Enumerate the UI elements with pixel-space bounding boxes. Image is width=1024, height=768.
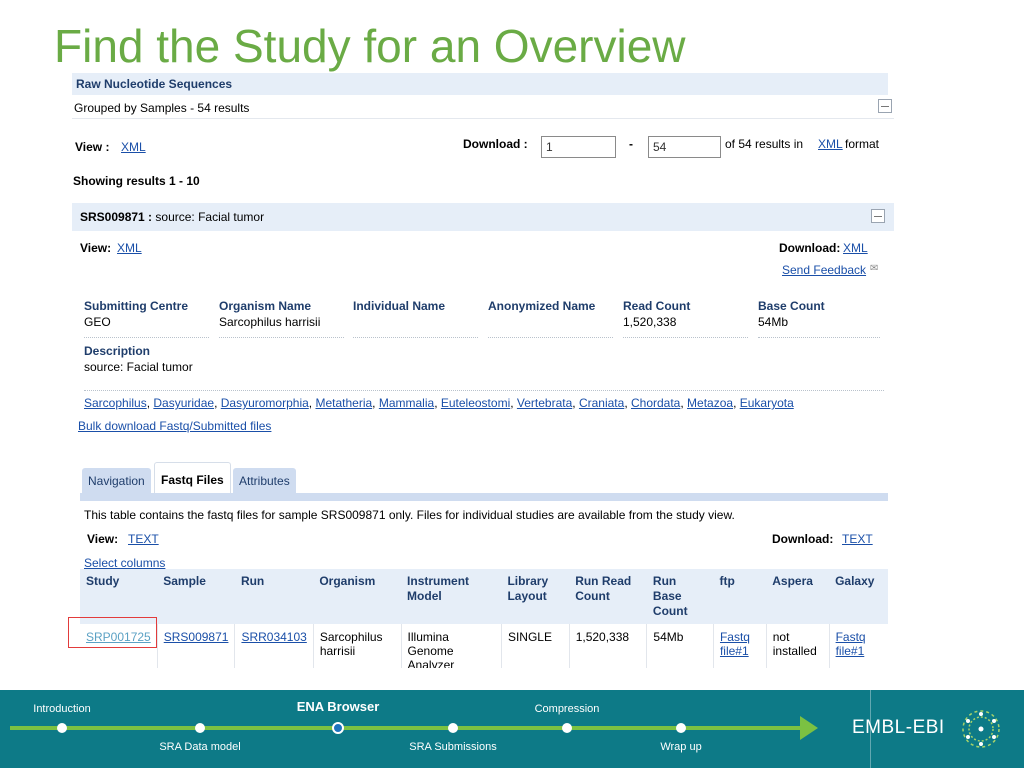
bulk-download-link[interactable]: Bulk download Fastq/Submitted files (78, 419, 271, 433)
nav-dot-wrap-up[interactable] (676, 723, 686, 733)
column-header[interactable]: Organism (313, 569, 402, 624)
grouped-label: Grouped by Samples - 54 results (74, 101, 250, 115)
nav-dot-sra-submissions[interactable] (448, 723, 458, 733)
send-feedback-link[interactable]: Send Feedback (782, 263, 866, 277)
ena-results-panel: Raw Nucleotide Sequences Grouped by Samp… (70, 72, 894, 668)
presentation-nav-bar: Introduction ENA Browser Compression SRA… (0, 690, 1024, 768)
nav-ena-browser[interactable]: ENA Browser (297, 699, 380, 714)
fastq-note: This table contains the fastq files for … (84, 508, 735, 522)
column-header[interactable]: Study (80, 569, 158, 624)
section-title: Raw Nucleotide Sequences (72, 73, 888, 95)
taxonomy-lineage: Sarcophilus, Dasyuridae, Dasyuromorphia,… (84, 390, 884, 410)
column-header[interactable]: Library Layout (501, 569, 570, 624)
taxon-link[interactable]: Chordata (631, 396, 680, 410)
nav-dot-introduction[interactable] (57, 723, 67, 733)
nav-dot-sra-data-model[interactable] (195, 723, 205, 733)
download-format-xml-link[interactable]: XML (818, 137, 843, 151)
taxon-link[interactable]: Mammalia (379, 396, 434, 410)
tab-fastq-files[interactable]: Fastq Files (154, 462, 231, 493)
sample-accession: SRS009871 : (80, 210, 153, 224)
nav-dot-compression[interactable] (562, 723, 572, 733)
showing-results: Showing results 1 - 10 (73, 174, 200, 188)
layout-cell: SINGLE (501, 624, 570, 668)
sample-header: SRS009871 : source: Facial tumor (72, 203, 894, 231)
fastq-download-text-link[interactable]: TEXT (842, 532, 873, 546)
table-header-row: Study Sample Run Organism Instrument Mod… (80, 569, 888, 624)
tab-navigation[interactable]: Navigation (82, 468, 151, 493)
view-label: View : (75, 140, 110, 154)
meta-submitting-centre: Submitting Centre GEO (84, 298, 209, 338)
sample-link[interactable]: SRS009871 (164, 630, 229, 644)
base-count-cell: 54Mb (646, 624, 714, 668)
study-highlight-box (68, 617, 157, 648)
taxon-link[interactable]: Dasyuromorphia (221, 396, 309, 410)
meta-read-count: Read Count 1,520,338 (623, 298, 748, 338)
download-results-text: of 54 results in (725, 137, 804, 151)
progress-arrow (800, 716, 818, 740)
taxon-link[interactable]: Metatheria (315, 396, 372, 410)
progress-track (10, 726, 808, 730)
column-header[interactable]: Run Read Count (569, 569, 647, 624)
taxon-link[interactable]: Craniata (579, 396, 624, 410)
table-row: SRP001725 SRS009871 SRR034103 Sarcophilu… (80, 624, 888, 668)
meta-anonymized-name: Anonymized Name (488, 298, 613, 338)
sample-source: source: Facial tumor (155, 210, 265, 224)
tab-attributes[interactable]: Attributes (233, 468, 296, 493)
select-columns-link[interactable]: Select columns (84, 556, 165, 570)
sample-download-xml-link[interactable]: XML (843, 241, 868, 255)
read-count-cell: 1,520,338 (569, 624, 648, 668)
meta-description: Description source: Facial tumor (84, 344, 193, 374)
nav-sra-submissions[interactable]: SRA Submissions (409, 741, 496, 753)
run-link[interactable]: SRR034103 (241, 630, 306, 644)
collapse-sample-button[interactable] (871, 209, 885, 223)
sample-download-label: Download: (779, 241, 841, 255)
nav-compression[interactable]: Compression (535, 703, 600, 715)
column-header[interactable]: Galaxy (829, 569, 888, 624)
download-to-input[interactable] (648, 136, 721, 158)
nav-introduction[interactable]: Introduction (33, 703, 90, 715)
column-header[interactable]: Aspera (766, 569, 830, 624)
nav-dot-ena-browser[interactable] (332, 722, 344, 734)
collapse-results-button[interactable] (878, 99, 892, 113)
galaxy-fastq-link[interactable]: Fastq file#1 (836, 630, 866, 658)
taxon-link[interactable]: Dasyuridae (153, 396, 214, 410)
download-format-word: format (845, 137, 880, 151)
taxon-link[interactable]: Vertebrata (517, 396, 572, 410)
sample-panel: SRS009871 : source: Facial tumor View: X… (72, 203, 894, 668)
nav-wrap-up[interactable]: Wrap up (660, 741, 701, 753)
embl-ebi-logo-icon (962, 710, 1000, 748)
column-header[interactable]: Instrument Model (401, 569, 502, 624)
instrument-cell: Illumina Genome Analyzer (401, 624, 502, 668)
grouped-by-samples-row: Grouped by Samples - 54 results (72, 97, 894, 119)
column-header[interactable]: ftp (713, 569, 767, 624)
fastq-view-label: View: (87, 532, 119, 546)
taxon-link[interactable]: Euteleostomi (441, 396, 510, 410)
fastq-files-table: Study Sample Run Organism Instrument Mod… (80, 569, 888, 668)
slide-title: Find the Study for an Overview (54, 20, 686, 72)
sample-view-xml-link[interactable]: XML (117, 241, 142, 255)
column-header[interactable]: Run (234, 569, 314, 624)
ftp-fastq-link[interactable]: Fastq file#1 (720, 630, 750, 658)
download-label: Download : (463, 137, 528, 151)
column-header[interactable]: Run Base Count (646, 569, 714, 624)
nav-sra-data-model[interactable]: SRA Data model (159, 741, 240, 753)
fastq-view-text-link[interactable]: TEXT (128, 532, 159, 546)
download-range-dash: - (629, 137, 633, 151)
column-header[interactable]: Sample (157, 569, 235, 624)
taxon-link[interactable]: Metazoa (687, 396, 733, 410)
meta-individual-name: Individual Name (353, 298, 478, 338)
tab-strip (80, 493, 888, 501)
organism-cell: Sarcophilus harrisii (313, 624, 402, 668)
sample-view-label: View: (80, 241, 112, 255)
meta-base-count: Base Count 54Mb (758, 298, 880, 338)
meta-organism-name: Organism Name Sarcophilus harrisii (219, 298, 344, 338)
view-xml-link[interactable]: XML (121, 140, 146, 154)
download-from-input[interactable] (541, 136, 616, 158)
fastq-download-label: Download: (772, 532, 834, 546)
aspera-cell: not installed (766, 624, 830, 668)
taxon-link[interactable]: Sarcophilus (84, 396, 147, 410)
envelope-icon: ✉ (870, 263, 879, 274)
embl-ebi-logo-text: EMBL-EBI (852, 717, 945, 738)
taxon-link[interactable]: Eukaryota (740, 396, 794, 410)
